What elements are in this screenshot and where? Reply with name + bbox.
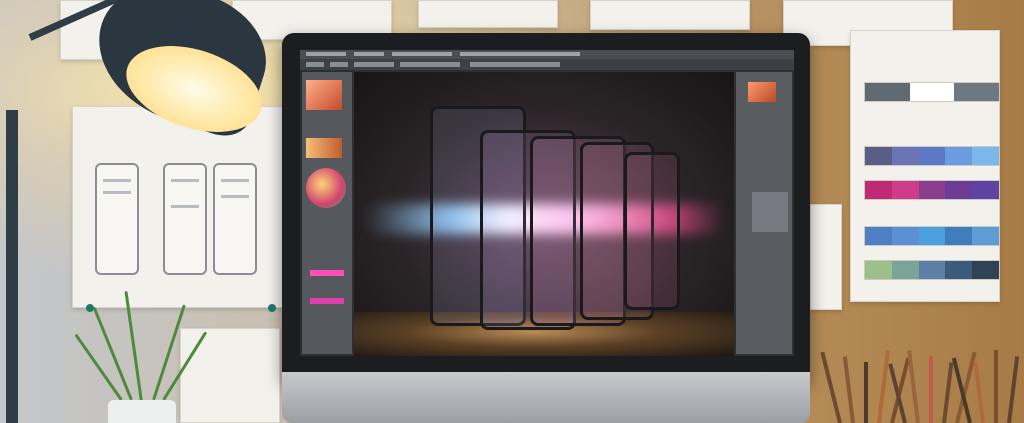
pencil	[929, 356, 933, 423]
pink-slider[interactable]	[310, 270, 344, 276]
palette-swatch	[891, 261, 919, 279]
monitor-chin	[282, 372, 810, 423]
palette-swatch-row	[864, 82, 1000, 102]
right-layers-panel[interactable]	[736, 72, 792, 354]
app-menubar[interactable]	[300, 50, 794, 59]
palette-swatch	[918, 147, 946, 165]
palette-swatch	[945, 261, 973, 279]
layer-thumbnail[interactable]	[748, 82, 776, 102]
wireframe-sheet	[72, 106, 284, 308]
magenta-slider[interactable]	[310, 298, 344, 304]
palette-swatch	[891, 181, 919, 199]
palette-swatch	[865, 261, 892, 279]
palette-swatch	[891, 147, 919, 165]
palette-swatch	[909, 83, 955, 101]
palette-swatch	[972, 147, 999, 165]
palette-swatch	[954, 83, 1000, 101]
palette-swatch	[945, 147, 973, 165]
palette-swatch	[972, 261, 999, 279]
layer-frame-5[interactable]	[624, 152, 680, 310]
lamp-arm-lower	[6, 110, 18, 423]
wireframe-phone-3	[213, 163, 257, 275]
palette-swatch	[918, 261, 946, 279]
wireframe-note-bottom	[180, 328, 280, 423]
palette-swatch	[865, 147, 892, 165]
properties-box[interactable]	[752, 192, 788, 232]
palette-swatch	[865, 181, 892, 199]
app-toolbar[interactable]	[300, 59, 794, 70]
artboard-canvas[interactable]	[354, 72, 734, 356]
sketch-paper-top-4	[590, 0, 750, 30]
palette-swatch	[891, 227, 919, 245]
sticky-note	[810, 204, 842, 310]
palette-swatch-row	[864, 260, 1000, 280]
sketch-paper-top-3	[418, 0, 558, 28]
palette-swatch	[865, 227, 892, 245]
design-app-screen	[300, 50, 794, 356]
pin	[268, 304, 276, 312]
palette-swatch	[972, 227, 999, 245]
palette-swatch-row	[864, 180, 1000, 200]
palette-swatch-row	[864, 146, 1000, 166]
palette-swatch	[945, 227, 973, 245]
wireframe-phone-2	[163, 163, 207, 275]
palette-swatch	[972, 181, 999, 199]
palette-swatch	[918, 181, 946, 199]
left-tools-panel[interactable]	[302, 72, 352, 354]
palette-swatch	[865, 83, 910, 101]
pencil	[994, 350, 998, 423]
palette-swatch	[918, 227, 946, 245]
palette-swatch	[945, 181, 973, 199]
palette-swatch-row	[864, 226, 1000, 246]
plant-pot	[108, 400, 176, 423]
pencil	[864, 362, 868, 423]
color-preview-swatch[interactable]	[306, 80, 342, 110]
gradient-swatch[interactable]	[306, 138, 342, 158]
wireframe-phone-1	[95, 163, 139, 275]
color-wheel-icon[interactable]	[306, 168, 346, 208]
